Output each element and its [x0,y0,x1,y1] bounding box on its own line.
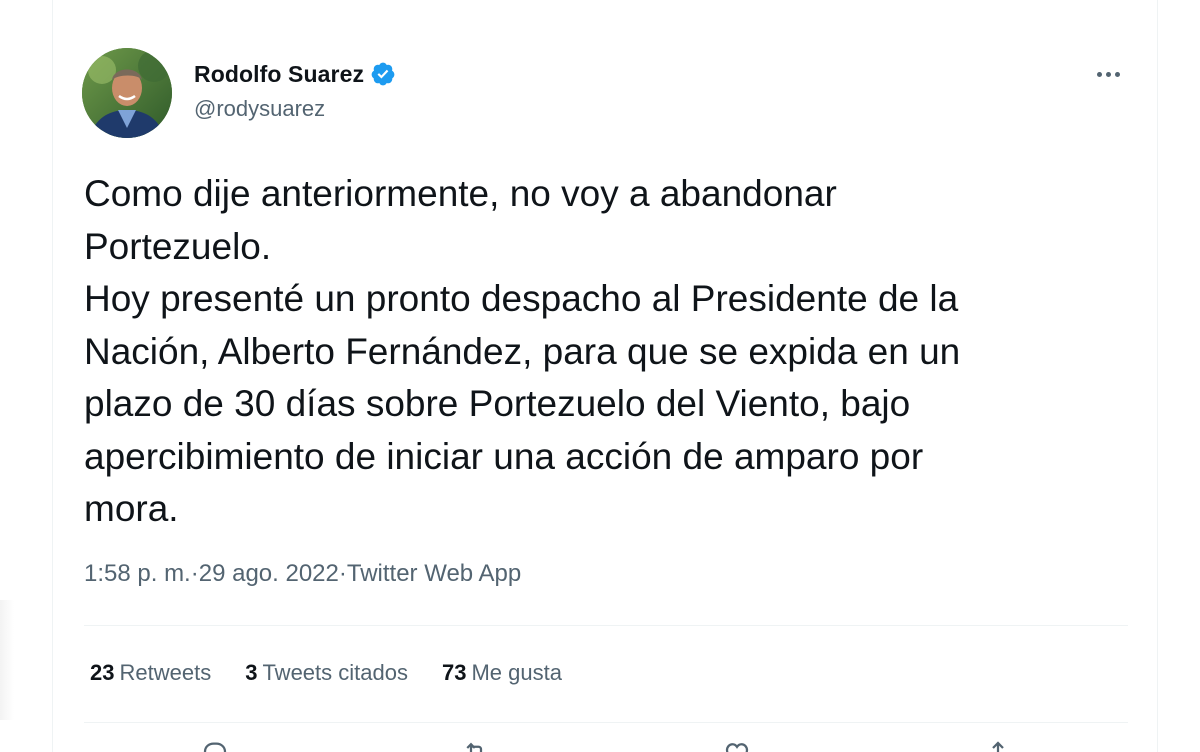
verified-badge-icon [371,62,395,86]
meta-separator: · [190,560,199,587]
tweet-source-link[interactable]: Twitter Web App [347,560,521,588]
more-dot [1105,71,1111,77]
tweet-page: Rodolfo Suarez @rodysuarez Como dije ant… [0,0,1200,752]
tweet-text: Como dije anteriormente, no voy a abando… [84,173,961,529]
meta-separator: · [338,560,347,587]
reply-icon[interactable] [200,738,230,752]
divider [84,722,1128,723]
quotes-count: 3 [245,660,258,685]
tweet-stats: 23 Retweets 3 Tweets citados 73 Me gusta [90,660,562,686]
background-edge [0,600,14,720]
quotes-label: Tweets citados [262,660,408,685]
likes-label: Me gusta [471,660,562,685]
retweets-label: Retweets [119,660,212,685]
author-name-row[interactable]: Rodolfo Suarez [194,58,396,90]
share-icon[interactable] [983,738,1013,752]
divider [84,625,1128,626]
tweet-time-link[interactable]: 1:58 p. m. [84,560,191,588]
profile-photo [82,48,172,138]
more-dot [1114,71,1120,77]
tweet-date-link[interactable]: 29 ago. 2022 [199,560,339,588]
author-handle[interactable]: @rodysuarez [194,96,325,122]
tweet-actions [84,738,1128,752]
quotes-stat[interactable]: 3 Tweets citados [245,660,408,686]
likes-count: 73 [441,660,467,685]
retweets-count: 23 [90,660,115,685]
like-icon[interactable] [722,738,752,752]
author-display-name[interactable]: Rodolfo Suarez [194,61,364,88]
tweet-meta: 1:58 p. m. · 29 ago. 2022 · Twitter Web … [84,560,521,588]
more-dot [1096,71,1102,77]
author-avatar[interactable] [82,48,172,138]
more-options-icon[interactable] [1090,62,1126,86]
likes-stat[interactable]: 73 Me gusta [442,660,562,686]
retweet-icon[interactable] [461,738,491,752]
retweets-stat[interactable]: 23 Retweets [90,660,211,686]
